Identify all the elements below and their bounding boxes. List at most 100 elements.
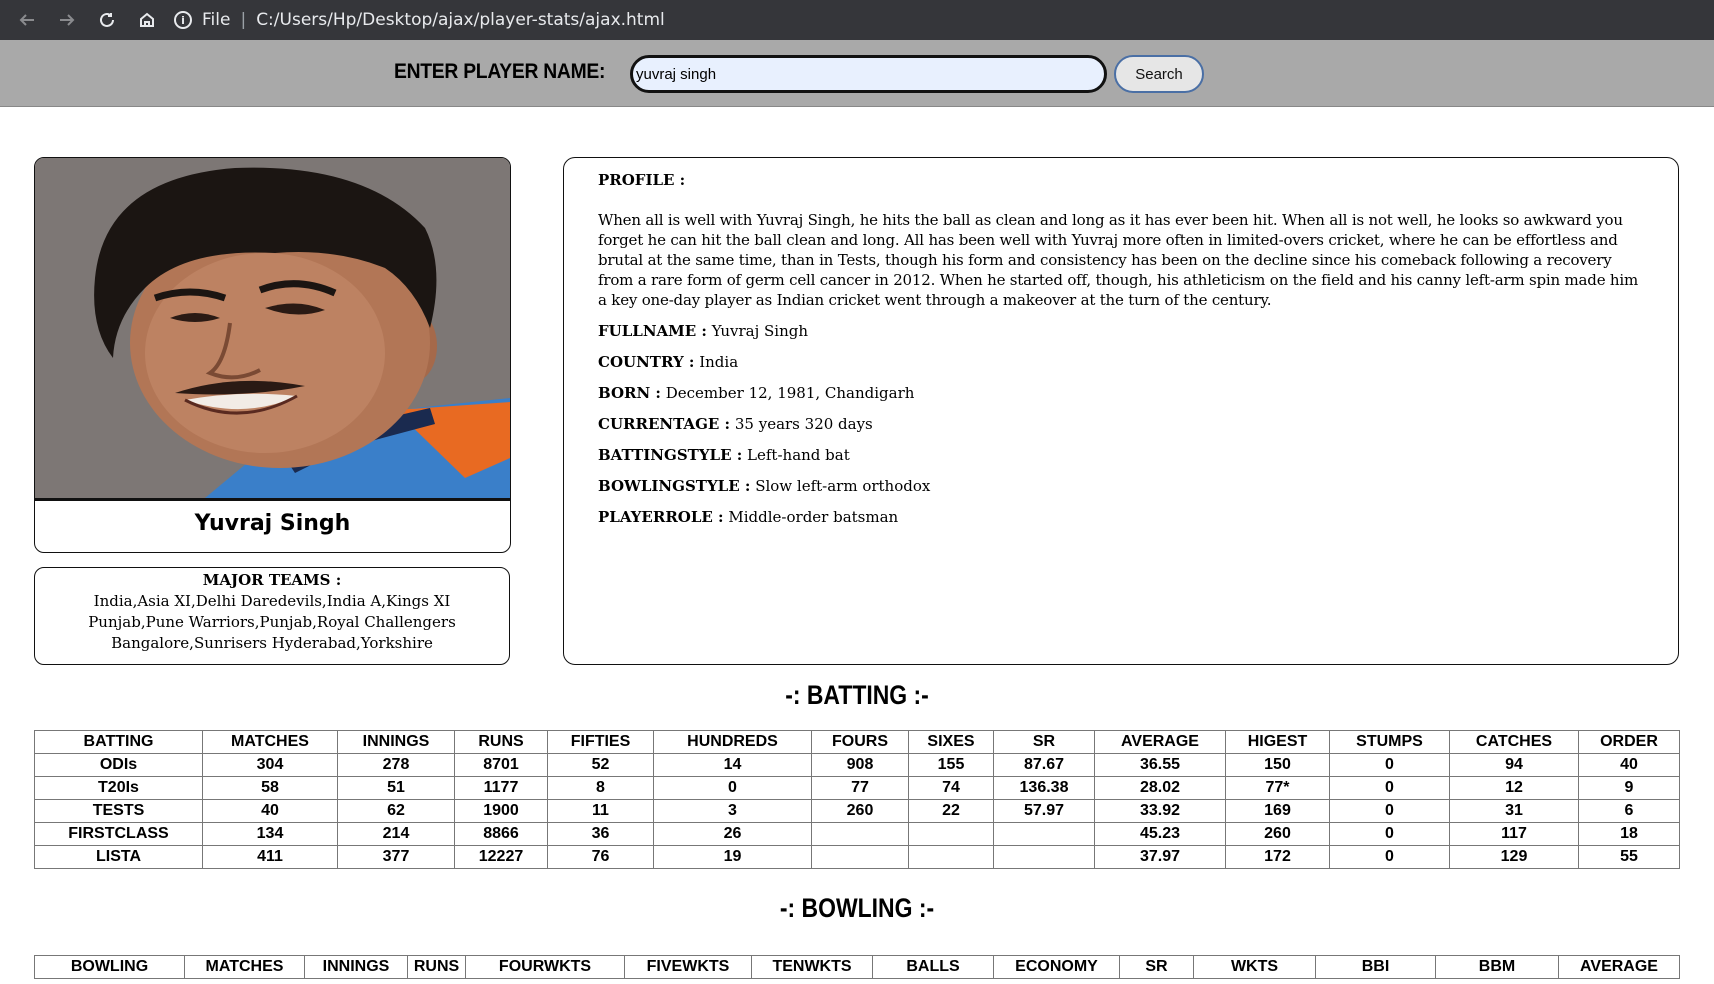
batting-table: BATTING MATCHES INNINGS RUNS FIFTIES HUNDREDS… — [34, 730, 1680, 869]
stat-cell: 22 — [908, 799, 994, 823]
profile-fields: FULLNAME : Yuvraj Singh COUNTRY : India BO… — [598, 321, 1644, 527]
player-card: Yuvraj Singh — [34, 157, 511, 553]
stat-cell: 87.67 — [993, 753, 1095, 777]
column-header: BBI — [1315, 955, 1436, 979]
search-button[interactable]: Search — [1114, 55, 1204, 93]
stat-cell: 134 — [202, 822, 338, 846]
stat-cell: 28.02 — [1094, 776, 1226, 800]
stat-cell: 19 — [653, 845, 812, 869]
stat-cell: 304 — [202, 753, 338, 777]
column-header: BBM — [1435, 955, 1559, 979]
stat-cell: 214 — [337, 822, 455, 846]
stat-cell: 377 — [337, 845, 455, 869]
profile-field: BATTINGSTYLE : Left-hand bat — [598, 445, 1644, 465]
profile-field-value: Yuvraj Singh — [711, 322, 809, 340]
bowling-header-row: BOWLING MATCHES INNINGS RUNS FOURWKTS FIVEWKT… — [34, 955, 1680, 979]
column-header: INNINGS — [337, 730, 455, 754]
column-header: FOURS — [811, 730, 909, 754]
stat-cell: 172 — [1225, 845, 1330, 869]
profile-field-value: Slow left-arm orthodox — [755, 477, 931, 495]
profile-field: CURRENTAGE : 35 years 320 days — [598, 414, 1644, 434]
profile-field: PLAYERROLE : Middle-order batsman — [598, 507, 1644, 527]
stat-cell: 77* — [1225, 776, 1330, 800]
stat-cell: 0 — [1329, 799, 1450, 823]
stat-cell: 150 — [1225, 753, 1330, 777]
stat-cell: 169 — [1225, 799, 1330, 823]
stat-cell: 36 — [547, 822, 654, 846]
column-header: TENWKTS — [751, 955, 873, 979]
stat-cell: 8701 — [454, 753, 548, 777]
column-header: MATCHES — [202, 730, 338, 754]
stat-cell: 45.23 — [1094, 822, 1226, 846]
stat-cell: 3 — [653, 799, 812, 823]
back-icon[interactable] — [12, 0, 42, 40]
stat-cell: 260 — [811, 799, 909, 823]
column-header: RUNS — [407, 955, 466, 979]
player-photo — [35, 158, 510, 498]
column-header: SIXES — [908, 730, 994, 754]
forward-icon[interactable] — [52, 0, 82, 40]
profile-field-label: BATTINGSTYLE : — [598, 446, 743, 464]
column-header: BOWLING — [34, 955, 185, 979]
stat-cell: 36.55 — [1094, 753, 1226, 777]
column-header: HIGEST — [1225, 730, 1330, 754]
table-row: TESTS 40 62 1900 11 3 260 22 57.97 33.92 169 0 31 6 — [34, 799, 1680, 823]
format-cell: LISTA — [34, 845, 203, 869]
column-header: RUNS — [454, 730, 548, 754]
major-teams-label: MAJOR TEAMS : — [202, 571, 342, 589]
info-icon[interactable]: i — [174, 11, 192, 29]
stat-cell: 12227 — [454, 845, 548, 869]
player-search-input[interactable] — [630, 55, 1107, 93]
column-header: FOURWKTS — [465, 955, 625, 979]
home-icon[interactable] — [132, 0, 162, 40]
column-header: AVERAGE — [1094, 730, 1226, 754]
batting-header-row: BATTING MATCHES INNINGS RUNS FIFTIES HUNDREDS… — [34, 730, 1680, 754]
stat-cell: 74 — [908, 776, 994, 800]
stat-cell — [811, 845, 909, 869]
stat-cell: 136.38 — [993, 776, 1095, 800]
stat-cell: 8 — [547, 776, 654, 800]
profile-field-label: PLAYERROLE : — [598, 508, 724, 526]
column-header: WKTS — [1193, 955, 1316, 979]
stat-cell: 37.97 — [1094, 845, 1226, 869]
profile-field-label: CURRENTAGE : — [598, 415, 731, 433]
column-header: BATTING — [34, 730, 203, 754]
stat-cell: 40 — [1578, 753, 1680, 777]
column-header: FIFTIES — [547, 730, 654, 754]
profile-field-value: Left-hand bat — [747, 446, 850, 464]
major-teams-card: MAJOR TEAMS : India,Asia XI,Delhi Darede… — [34, 567, 510, 665]
profile-field: BORN : December 12, 1981, Chandigarh — [598, 383, 1644, 403]
stat-cell: 31 — [1449, 799, 1579, 823]
stat-cell: 0 — [1329, 845, 1450, 869]
address-bar[interactable]: i File | C:/Users/Hp/Desktop/ajax/player… — [174, 0, 665, 40]
stat-cell: 260 — [1225, 822, 1330, 846]
stat-cell — [908, 822, 994, 846]
stat-cell: 0 — [1329, 753, 1450, 777]
column-header: SR — [993, 730, 1095, 754]
stat-cell: 18 — [1578, 822, 1680, 846]
column-header: MATCHES — [184, 955, 305, 979]
browser-toolbar: i File | C:/Users/Hp/Desktop/ajax/player… — [0, 0, 1714, 40]
stat-cell: 94 — [1449, 753, 1579, 777]
bowling-title: -: BOWLING :- — [779, 893, 935, 923]
player-name: Yuvraj Singh — [194, 511, 351, 536]
column-header: CATCHES — [1449, 730, 1579, 754]
url-text: C:/Users/Hp/Desktop/ajax/player-stats/aj… — [256, 10, 665, 30]
stat-cell: 40 — [202, 799, 338, 823]
stat-cell: 0 — [653, 776, 812, 800]
format-cell: T20Is — [34, 776, 203, 800]
stat-cell: 76 — [547, 845, 654, 869]
column-header: ORDER — [1578, 730, 1680, 754]
profile-field-label: BORN : — [598, 384, 661, 402]
stat-cell: 8866 — [454, 822, 548, 846]
stat-cell: 908 — [811, 753, 909, 777]
reload-icon[interactable] — [92, 0, 122, 40]
profile-card: PROFILE : When all is well with Yuvraj S… — [563, 157, 1679, 665]
stat-cell: 155 — [908, 753, 994, 777]
profile-field: BOWLINGSTYLE : Slow left-arm orthodox — [598, 476, 1644, 496]
stat-cell — [993, 822, 1095, 846]
column-header: BALLS — [872, 955, 994, 979]
stat-cell: 1900 — [454, 799, 548, 823]
format-cell: ODIs — [34, 753, 203, 777]
stat-cell: 411 — [202, 845, 338, 869]
